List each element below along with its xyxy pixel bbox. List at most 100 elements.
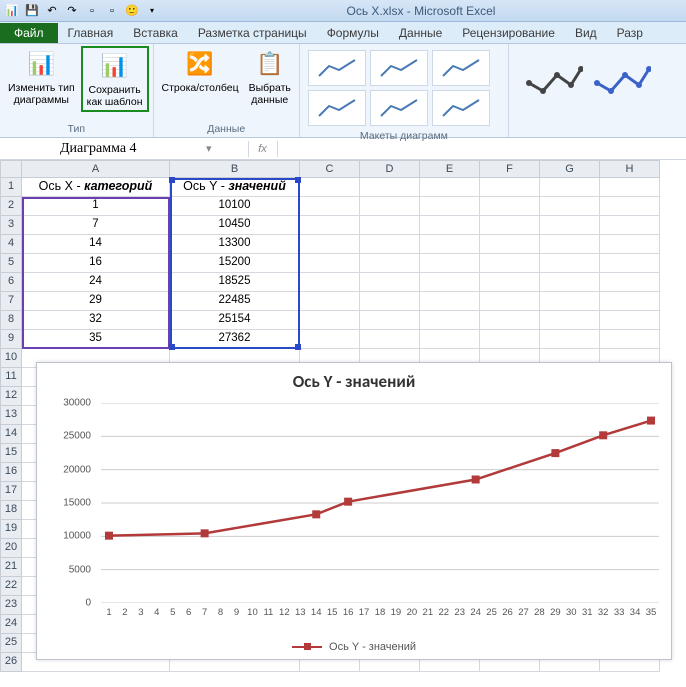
cell[interactable] — [540, 235, 600, 254]
cell[interactable] — [600, 311, 660, 330]
col-header[interactable]: B — [170, 160, 300, 178]
embedded-chart[interactable]: Ось Y - значений 05000100001500020000250… — [36, 362, 672, 660]
save-as-template-button[interactable]: 📊 Сохранить как шаблон — [81, 46, 149, 112]
cell[interactable] — [300, 254, 360, 273]
cell[interactable] — [360, 273, 420, 292]
row-header[interactable]: 3 — [0, 216, 22, 235]
style-item[interactable] — [591, 52, 653, 102]
cell[interactable]: 22485 — [170, 292, 300, 311]
smiley-icon[interactable]: 🙂 — [124, 3, 140, 19]
tab-review[interactable]: Рецензирование — [452, 23, 565, 43]
redo-icon[interactable]: ↷ — [64, 3, 80, 19]
cell[interactable] — [300, 292, 360, 311]
cell[interactable] — [360, 330, 420, 349]
tab-file[interactable]: Файл — [0, 23, 58, 43]
cell[interactable] — [300, 216, 360, 235]
cell[interactable] — [540, 330, 600, 349]
cell[interactable] — [480, 254, 540, 273]
cell[interactable]: 16 — [22, 254, 170, 273]
cell[interactable]: 14 — [22, 235, 170, 254]
cell[interactable] — [360, 197, 420, 216]
col-header[interactable]: G — [540, 160, 600, 178]
qat-dropdown-icon[interactable]: ▾ — [144, 3, 160, 19]
cell[interactable] — [600, 235, 660, 254]
row-header[interactable]: 11 — [0, 368, 22, 387]
cell[interactable] — [600, 273, 660, 292]
cell[interactable] — [480, 273, 540, 292]
cell[interactable] — [540, 292, 600, 311]
cell[interactable] — [300, 311, 360, 330]
cell[interactable] — [300, 330, 360, 349]
layout-item[interactable] — [308, 90, 366, 126]
cell[interactable]: Ось Y - значений — [170, 178, 300, 197]
layout-gallery[interactable] — [304, 46, 504, 130]
change-chart-type-button[interactable]: 📊 Изменить тип диаграммы — [4, 46, 79, 108]
row-header[interactable]: 19 — [0, 520, 22, 539]
row-header[interactable]: 20 — [0, 539, 22, 558]
cell[interactable]: 10450 — [170, 216, 300, 235]
cell[interactable] — [540, 311, 600, 330]
cell[interactable]: 7 — [22, 216, 170, 235]
switch-row-col-button[interactable]: 🔀 Строка/столбец — [158, 46, 243, 96]
tab-data[interactable]: Данные — [389, 23, 452, 43]
row-header[interactable]: 18 — [0, 501, 22, 520]
cell[interactable]: 29 — [22, 292, 170, 311]
cell[interactable] — [480, 178, 540, 197]
row-header[interactable]: 16 — [0, 463, 22, 482]
col-header[interactable]: D — [360, 160, 420, 178]
qat-item-icon[interactable]: ▫ — [104, 3, 120, 19]
row-header[interactable]: 14 — [0, 425, 22, 444]
cell[interactable] — [420, 330, 480, 349]
cell[interactable] — [480, 216, 540, 235]
cell[interactable] — [540, 178, 600, 197]
col-header[interactable]: F — [480, 160, 540, 178]
cell[interactable] — [480, 330, 540, 349]
row-header[interactable]: 22 — [0, 577, 22, 596]
col-header[interactable]: H — [600, 160, 660, 178]
col-header[interactable]: E — [420, 160, 480, 178]
cell[interactable] — [600, 197, 660, 216]
layout-item[interactable] — [432, 90, 490, 126]
tab-formulas[interactable]: Формулы — [317, 23, 389, 43]
layout-item[interactable] — [370, 50, 428, 86]
row-header[interactable]: 26 — [0, 653, 22, 672]
row-header[interactable]: 4 — [0, 235, 22, 254]
chart-title[interactable]: Ось Y - значений — [37, 363, 671, 396]
col-header[interactable]: A — [22, 160, 170, 178]
cell[interactable] — [540, 254, 600, 273]
cell[interactable] — [300, 178, 360, 197]
cell[interactable] — [600, 254, 660, 273]
cell[interactable] — [360, 178, 420, 197]
cell[interactable] — [420, 235, 480, 254]
cell[interactable]: 27362 — [170, 330, 300, 349]
cell[interactable] — [360, 254, 420, 273]
cell[interactable] — [360, 311, 420, 330]
cell[interactable] — [300, 197, 360, 216]
select-data-button[interactable]: 📋 Выбрать данные — [245, 46, 295, 108]
layout-item[interactable] — [432, 50, 490, 86]
save-icon[interactable]: 💾 — [24, 3, 40, 19]
cell[interactable] — [600, 216, 660, 235]
undo-icon[interactable]: ↶ — [44, 3, 60, 19]
row-header[interactable]: 7 — [0, 292, 22, 311]
cell[interactable]: 10100 — [170, 197, 300, 216]
tab-dev[interactable]: Разр — [607, 23, 653, 43]
namebox-dropdown-icon[interactable]: ▾ — [200, 142, 218, 155]
chart-legend[interactable]: Ось Y - значений — [37, 641, 671, 653]
cell[interactable] — [300, 273, 360, 292]
cell[interactable] — [540, 273, 600, 292]
cell[interactable] — [600, 292, 660, 311]
tab-home[interactable]: Главная — [58, 23, 124, 43]
cell[interactable]: 25154 — [170, 311, 300, 330]
cell[interactable]: 15200 — [170, 254, 300, 273]
tab-view[interactable]: Вид — [565, 23, 607, 43]
style-gallery[interactable] — [513, 46, 663, 108]
cell[interactable] — [420, 197, 480, 216]
cell[interactable]: Ось X - категорий — [22, 178, 170, 197]
worksheet[interactable]: ABCDEFGH 1Ось X - категорийОсь Y - значе… — [0, 160, 686, 672]
row-header[interactable]: 25 — [0, 634, 22, 653]
cell[interactable] — [480, 311, 540, 330]
tab-pagelayout[interactable]: Разметка страницы — [188, 23, 317, 43]
cell[interactable]: 32 — [22, 311, 170, 330]
select-all-corner[interactable] — [0, 160, 22, 178]
